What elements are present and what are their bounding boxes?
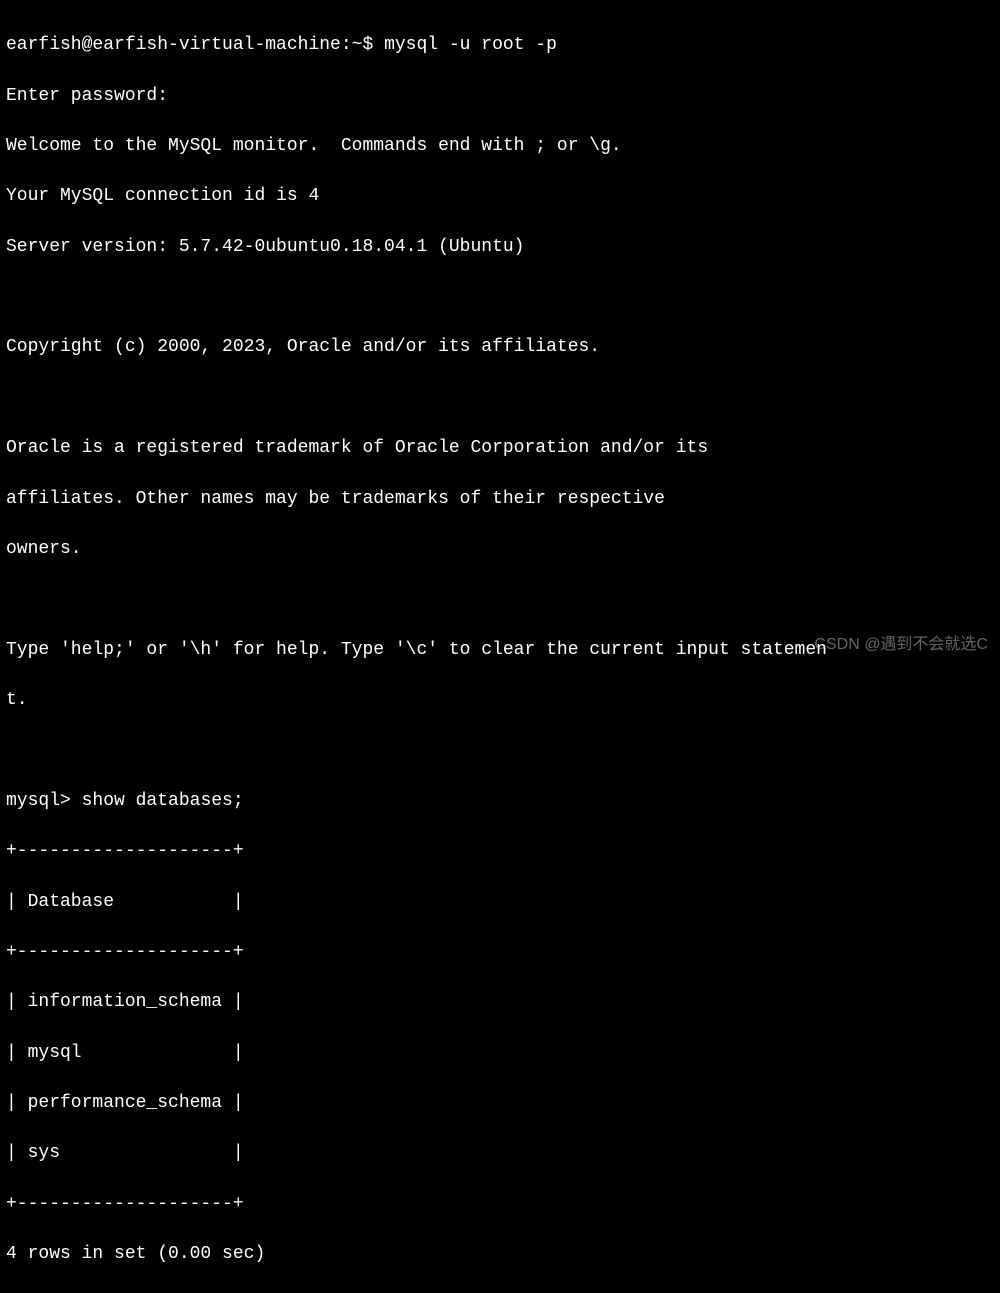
server-version: Server version: 5.7.42-0ubuntu0.18.04.1 … [6,235,994,260]
mysql-prompt-line: mysql> show databases; [6,789,994,814]
table-border-mid: +--------------------+ [6,940,994,965]
blank-line [6,386,994,411]
mysql-command: show databases; [82,791,244,811]
welcome-message: Welcome to the MySQL monitor. Commands e… [6,134,994,159]
table-row: | information_schema | [6,990,994,1015]
table-row: | sys | [6,1141,994,1166]
trademark-line-3: owners. [6,537,994,562]
trademark-line-2: affiliates. Other names may be trademark… [6,487,994,512]
shell-prompt-line: earfish@earfish-virtual-machine:~$ mysql… [6,33,994,58]
table-row: | performance_schema | [6,1091,994,1116]
table-border-bottom: +--------------------+ [6,1192,994,1217]
result-summary: 4 rows in set (0.00 sec) [6,1242,994,1267]
password-prompt: Enter password: [6,84,994,109]
table-row: | mysql | [6,1041,994,1066]
blank-line [6,738,994,763]
connection-id: Your MySQL connection id is 4 [6,184,994,209]
blank-line [6,587,994,612]
shell-prompt: earfish@earfish-virtual-machine:~$ [6,35,384,55]
shell-command: mysql -u root -p [384,35,557,55]
help-line-2: t. [6,688,994,713]
watermark: CSDN @遇到不会就选C [814,634,988,656]
table-header: | Database | [6,890,994,915]
trademark-line-1: Oracle is a registered trademark of Orac… [6,436,994,461]
blank-line [6,285,994,310]
copyright: Copyright (c) 2000, 2023, Oracle and/or … [6,335,994,360]
mysql-prompt: mysql> [6,791,82,811]
table-border-top: +--------------------+ [6,839,994,864]
